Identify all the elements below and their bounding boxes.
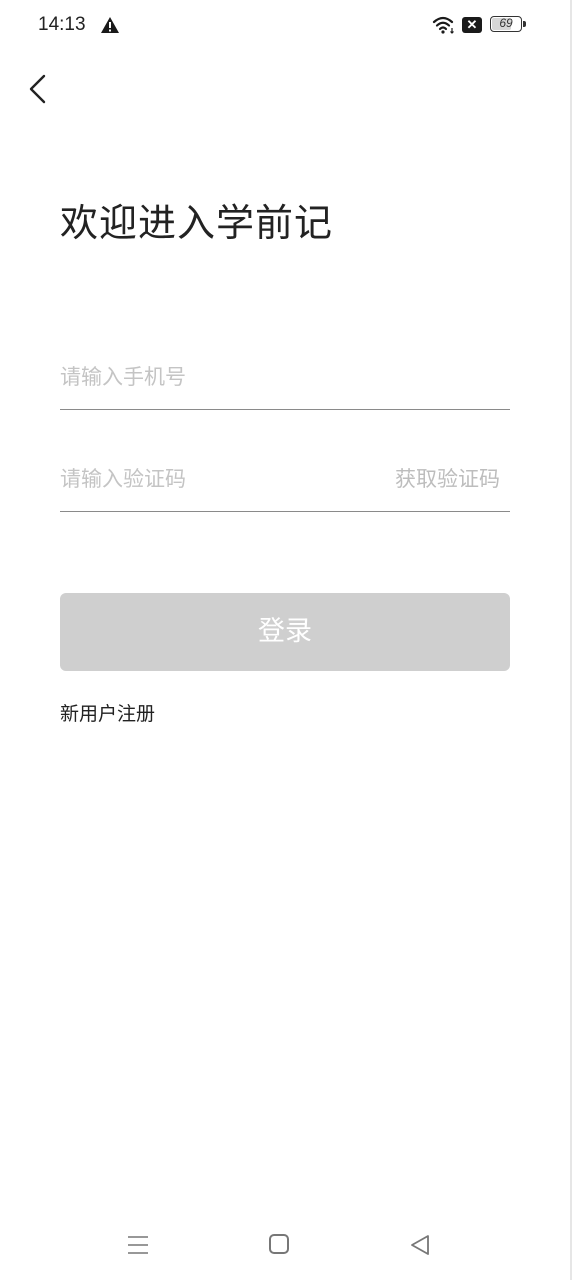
back-button[interactable]: [22, 70, 58, 110]
page-title: 欢迎进入学前记: [60, 201, 334, 245]
warning-icon: [101, 17, 119, 33]
login-button[interactable]: 登录: [60, 593, 510, 671]
battery-level: 69: [499, 16, 513, 30]
verification-code-input[interactable]: [60, 451, 380, 507]
status-bar: 14:13 ✕ 69: [0, 0, 572, 50]
phone-input[interactable]: [60, 349, 380, 405]
code-field: 获取验证码: [60, 451, 510, 512]
get-code-button[interactable]: 获取验证码: [395, 463, 500, 493]
home-icon[interactable]: [269, 1234, 289, 1254]
battery-tip: [523, 21, 526, 27]
battery-icon: 69: [490, 16, 522, 32]
sim-error-icon: ✕: [462, 17, 482, 33]
status-time: 14:13: [38, 14, 86, 35]
menu-icon[interactable]: [127, 1234, 149, 1256]
chevron-left-icon: [29, 74, 46, 104]
wifi-icon: [432, 16, 454, 34]
back-triangle-icon[interactable]: [408, 1233, 432, 1257]
register-link[interactable]: 新用户注册: [60, 699, 155, 726]
phone-field: [60, 349, 510, 410]
login-screen: 14:13 ✕ 69 欢迎进入学前记 获取验证码: [0, 0, 572, 1280]
